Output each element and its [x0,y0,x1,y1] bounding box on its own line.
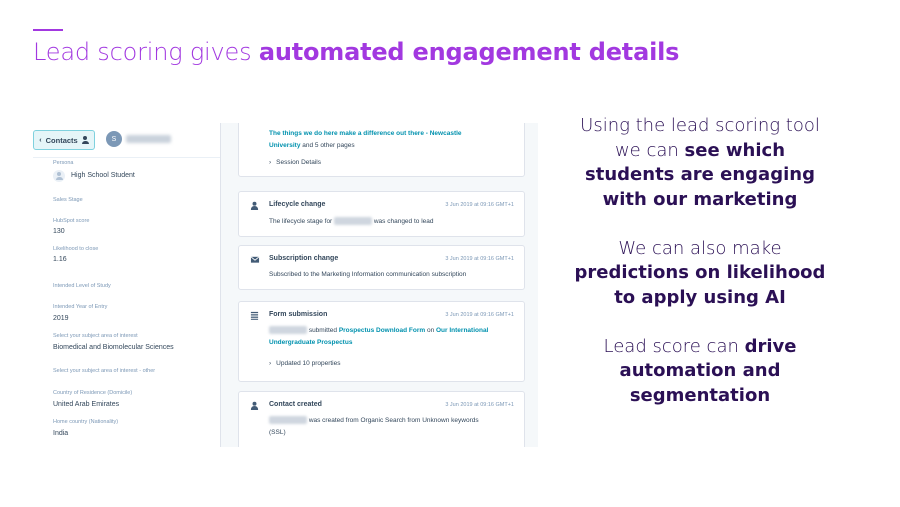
redacted-contact-name [334,217,373,226]
benefits-text: Using the lead scoring tool we can see w… [550,114,850,433]
slide-title: Lead scoring gives automated engagement … [33,38,679,66]
other-pages-text: and 5 other pages [300,142,355,149]
crm-screenshot: ‹ Contacts S Persona High School Student… [33,123,538,447]
likelihood-value[interactable]: 1.16 [53,256,67,263]
session-details-toggle[interactable]: › Session Details [269,157,321,169]
subject-label: Select your subject area of interest [53,333,138,339]
subscription-change-card[interactable]: Subscription change 3 Jun 2019 at 09:16 … [238,245,525,290]
level-of-study-label: Intended Level of Study [53,283,111,289]
hubspot-score-label: HubSpot score [53,218,90,224]
benefit-emphasis: segmentation [629,384,771,406]
benefit-emphasis: see which [684,139,786,161]
persona-value[interactable]: High School Student [71,172,135,179]
benefit-emphasis: drive [744,335,797,357]
sales-stage-label: Sales Stage [53,197,83,203]
subject-other-label: Select your subject area of interest - o… [53,368,156,374]
updated-properties-label: Updated 10 properties [276,360,341,367]
subscription-change-title: Subscription change [269,255,339,262]
benefit-emphasis: to apply using AI [614,286,786,308]
subject-value[interactable]: Biomedical and Biomolecular Sciences [53,344,174,351]
contact-created-card[interactable]: Contact created 3 Jun 2019 at 09:16 GMT+… [238,391,525,447]
lifecycle-text-post: was changed to lead [373,218,434,225]
year-of-entry-value[interactable]: 2019 [53,315,69,322]
benefit-line: Using the lead scoring tool [580,115,820,136]
person-icon [250,401,259,410]
subscription-change-body: Subscribed to the Marketing Information … [269,271,467,278]
hubspot-score-value[interactable]: 130 [53,228,65,235]
title-bold: automated engagement details [258,38,680,66]
persona-label: Persona [53,160,74,166]
lifecycle-change-card[interactable]: Lifecycle change 3 Jun 2019 at 09:16 GMT… [238,191,525,237]
person-icon [250,201,259,210]
form-submission-date: 3 Jun 2019 at 09:16 GMT+1 [445,312,514,318]
persona-icon [53,170,65,182]
page-link[interactable]: Our International [436,327,488,334]
contacts-button-label: Contacts [45,135,78,145]
title-accent-line [33,29,63,31]
created-text: was created from Organic Search from Unk… [308,417,479,424]
submitted-text: submitted [308,327,337,334]
residence-value[interactable]: United Arab Emirates [53,401,119,408]
contact-properties-panel: ‹ Contacts S Persona High School Student… [33,123,221,447]
page-link-cont[interactable]: University [269,142,300,149]
benefit-line: Lead score can [603,335,745,357]
envelope-icon [250,256,260,263]
activity-timeline: The things we do here make a difference … [220,123,538,447]
page-views-text: The things we do here make a difference … [269,128,462,152]
page-link-cont[interactable]: Undergraduate Prospectus [269,339,352,346]
benefit-emphasis: predictions on likelihood [574,262,826,283]
redacted-contact-name [126,135,171,143]
likelihood-label: Likelihood to close [53,246,99,252]
page-views-card: The things we do here make a difference … [238,123,525,177]
benefit-emphasis: automation and [619,360,781,381]
form-icon [250,311,259,320]
home-country-value[interactable]: India [53,430,68,437]
form-submission-body: submitted Prospectus Download Form on Ou… [269,325,488,349]
redacted-contact-name [269,416,307,425]
chevron-right-icon: › [269,360,272,367]
on-text: on [426,327,435,334]
redacted-contact-name [269,326,307,335]
home-country-label: Home country (Nationality) [53,419,119,425]
created-text-cont: (SSL) [269,429,286,436]
contacts-back-button[interactable]: ‹ Contacts [33,130,95,150]
lifecycle-change-date: 3 Jun 2019 at 09:16 GMT+1 [445,202,514,208]
page-link[interactable]: The things we do here make a difference … [269,130,462,137]
contact-created-date: 3 Jun 2019 at 09:16 GMT+1 [445,402,514,408]
person-icon [81,136,89,144]
benefit-emphasis: with our marketing [602,188,798,210]
benefit-line: we can [614,139,685,161]
benefit-predictions: We can also make predictions on likeliho… [550,237,850,311]
title-normal: Lead scoring gives [33,38,259,66]
benefit-engagement: Using the lead scoring tool we can see w… [550,114,850,212]
lifecycle-text-pre: The lifecycle stage for [269,218,333,225]
year-of-entry-label: Intended Year of Entry [53,304,108,310]
residence-label: Country of Residence (Domicile) [53,390,133,396]
avatar[interactable]: S [106,131,122,147]
contact-created-title: Contact created [269,401,322,408]
benefit-emphasis: students are engaging [585,164,815,185]
chevron-right-icon: › [269,159,272,166]
chevron-left-icon: ‹ [39,136,42,144]
form-name-link[interactable]: Prospectus Download Form [339,327,425,334]
header-divider [33,157,220,158]
contact-created-body: was created from Organic Search from Unk… [269,415,479,439]
lifecycle-change-title: Lifecycle change [269,201,326,208]
form-submission-card[interactable]: Form submission 3 Jun 2019 at 09:16 GMT+… [238,301,525,382]
benefit-automation: Lead score can drive automation and segm… [550,335,850,409]
session-details-label: Session Details [276,159,321,166]
updated-properties-toggle[interactable]: › Updated 10 properties [269,358,341,370]
benefit-line: We can also make [618,237,782,259]
form-submission-title: Form submission [269,311,328,318]
lifecycle-change-body: The lifecycle stage for was changed to l… [269,216,434,228]
subscription-change-date: 3 Jun 2019 at 09:16 GMT+1 [445,256,514,262]
